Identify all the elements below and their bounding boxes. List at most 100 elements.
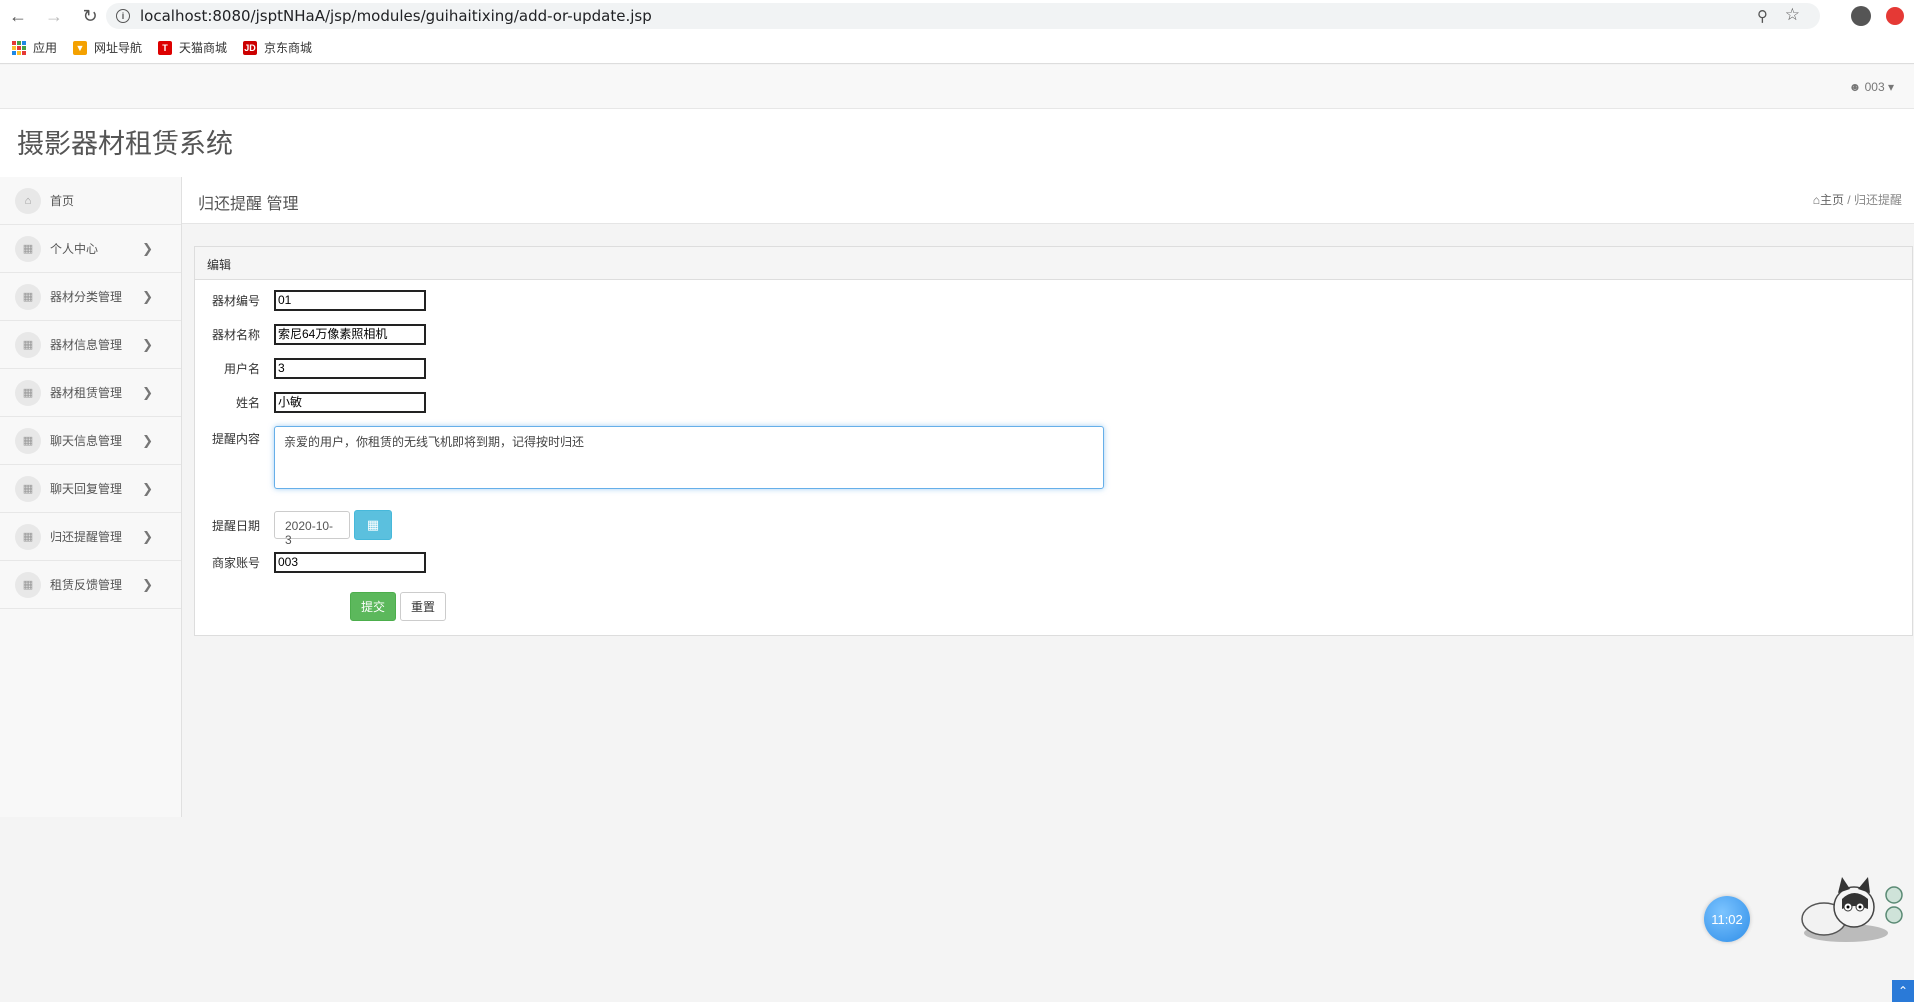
- chevron-right-icon: ❯: [142, 480, 153, 496]
- back-icon[interactable]: ←: [0, 0, 36, 32]
- merchant-label: 商家账号: [211, 556, 260, 570]
- sidebar-item-personal[interactable]: ▦ 个人中心 ❯: [0, 225, 181, 273]
- user-name: 003: [1864, 80, 1885, 94]
- content-label: 提醒内容: [211, 432, 260, 446]
- chevron-right-icon: ❯: [142, 528, 153, 544]
- breadcrumb-home[interactable]: ⌂主页: [1813, 193, 1848, 207]
- bookmark-star-icon[interactable]: ☆: [1785, 5, 1800, 25]
- chevron-right-icon: ❯: [142, 432, 153, 448]
- back-to-top-button[interactable]: ⌃: [1892, 980, 1914, 1002]
- chevron-up-icon: ⌃: [1897, 984, 1909, 998]
- table-icon: ▦: [15, 379, 41, 406]
- sidebar-item-label: 聊天信息管理: [50, 434, 123, 448]
- info-icon[interactable]: i: [116, 9, 130, 23]
- equipment-name-input[interactable]: 索尼64万像素照相机: [274, 324, 426, 345]
- zoom-icon[interactable]: ⚲: [1757, 7, 1768, 25]
- bookmark-label: 网址导航: [94, 41, 143, 55]
- browser-toolbar: ← → ↻ i localhost:8080/jsptNHaA/jsp/modu…: [0, 0, 1914, 32]
- main-content: 归还提醒 管理 ⌂主页 / 归还提醒 编辑 器材编号 01 器材名称 索尼64万…: [182, 177, 1914, 817]
- sidebar-item-category[interactable]: ▦ 器材分类管理 ❯: [0, 273, 181, 321]
- form-row-equipment-name: 器材名称 索尼64万像素照相机: [195, 324, 426, 345]
- content-textarea[interactable]: 亲爱的用户，你租赁的无线飞机即将到期，记得按时归还: [274, 426, 1104, 489]
- name-input[interactable]: 小敏: [274, 392, 426, 413]
- submit-button[interactable]: 提交: [350, 592, 396, 621]
- sidebar-item-return-reminder[interactable]: ▦ 归还提醒管理 ❯: [0, 513, 181, 561]
- sidebar-item-equipment[interactable]: ▦ 器材信息管理 ❯: [0, 321, 181, 369]
- page-title: 归还提醒 管理: [198, 196, 299, 213]
- form-row-username: 用户名 3: [195, 358, 426, 379]
- app-title-bar: 摄影器材租赁系统: [0, 109, 1914, 177]
- sidebar-item-label: 个人中心: [50, 242, 99, 256]
- nav-bookmark-icon: ▼: [73, 40, 88, 55]
- breadcrumb-separator: /: [1847, 193, 1851, 207]
- clock-widget[interactable]: 11:02: [1704, 896, 1750, 942]
- home-icon: ⌂: [1812, 193, 1820, 207]
- user-menu[interactable]: ☻ 003 ▾: [1849, 80, 1894, 94]
- sidebar-item-label: 首页: [50, 194, 75, 208]
- home-icon: ⌂: [15, 187, 41, 214]
- breadcrumb-home-label: 主页: [1819, 193, 1844, 207]
- url-text: localhost:8080/jsptNHaA/jsp/modules/guih…: [140, 7, 652, 25]
- merchant-input[interactable]: 003: [274, 552, 426, 573]
- form-row-date: 提醒日期 2020-10-3 ▦: [195, 510, 392, 547]
- panel-title: 编辑: [195, 247, 1912, 280]
- caret-down-icon: ▾: [1887, 80, 1894, 94]
- table-icon: ▦: [15, 331, 41, 358]
- address-bar[interactable]: i localhost:8080/jsptNHaA/jsp/modules/gu…: [106, 3, 1820, 29]
- table-icon: ▦: [15, 571, 41, 598]
- equipment-no-label: 器材编号: [211, 294, 260, 308]
- sidebar-item-rental[interactable]: ▦ 器材租赁管理 ❯: [0, 369, 181, 417]
- apps-grid-icon: [12, 40, 26, 55]
- user-icon: ☻: [1848, 80, 1862, 94]
- sidebar-item-chat[interactable]: ▦ 聊天信息管理 ❯: [0, 417, 181, 465]
- breadcrumb-current: 归还提醒: [1853, 193, 1902, 207]
- equipment-no-input[interactable]: 01: [274, 290, 426, 311]
- bookmark-apps[interactable]: 应用: [12, 39, 57, 56]
- form-row-name: 姓名 小敏: [195, 392, 426, 413]
- chevron-right-icon: ❯: [142, 288, 153, 304]
- table-icon: ▦: [15, 283, 41, 310]
- app-topbar: ☻ 003 ▾: [0, 65, 1914, 109]
- sidebar-item-chat-reply[interactable]: ▦ 聊天回复管理 ❯: [0, 465, 181, 513]
- extension-icon[interactable]: [1886, 7, 1904, 25]
- bookmark-nav[interactable]: ▼ 网址导航: [73, 39, 142, 56]
- sidebar-item-feedback[interactable]: ▦ 租赁反馈管理 ❯: [0, 561, 181, 609]
- calendar-button[interactable]: ▦: [354, 510, 392, 540]
- reload-icon[interactable]: ↻: [72, 0, 108, 32]
- chevron-right-icon: ❯: [142, 384, 153, 400]
- table-icon: ▦: [15, 523, 41, 550]
- name-label: 姓名: [235, 396, 260, 410]
- forward-icon[interactable]: →: [36, 0, 72, 32]
- jd-icon: JD: [243, 40, 258, 55]
- edit-panel: 编辑 器材编号 01 器材名称 索尼64万像素照相机 用户名 3 姓名 小敏 提…: [194, 246, 1913, 636]
- bookmark-label: 应用: [33, 41, 58, 55]
- sidebar-item-label: 器材分类管理: [50, 290, 123, 304]
- chevron-right-icon: ❯: [142, 336, 153, 352]
- account-icon[interactable]: [1851, 6, 1871, 26]
- app-title: 摄影器材租赁系统: [17, 129, 233, 159]
- date-label: 提醒日期: [211, 518, 260, 533]
- date-input[interactable]: 2020-10-3: [274, 511, 350, 547]
- bookmark-jd[interactable]: JD 京东商城: [243, 39, 312, 56]
- form-row-content: 提醒内容 亲爱的用户，你租赁的无线飞机即将到期，记得按时归还: [195, 426, 1104, 489]
- sidebar-item-label: 聊天回复管理: [50, 482, 123, 496]
- bookmark-tmall[interactable]: T 天猫商城: [158, 39, 227, 56]
- table-icon: ▦: [15, 235, 41, 262]
- bookmark-label: 京东商城: [264, 41, 313, 55]
- bookmark-label: 天猫商城: [179, 41, 228, 55]
- sidebar-item-label: 归还提醒管理: [50, 530, 123, 544]
- chevron-right-icon: ❯: [142, 240, 153, 256]
- tmall-icon: T: [158, 40, 173, 55]
- mascot-cat-icon[interactable]: [1796, 873, 1906, 945]
- table-icon: ▦: [15, 475, 41, 502]
- reset-button[interactable]: 重置: [400, 592, 446, 621]
- bookmarks-bar: 应用 ▼ 网址导航 T 天猫商城 JD 京东商城: [0, 32, 1914, 64]
- chevron-right-icon: ❯: [142, 576, 153, 592]
- equipment-name-label: 器材名称: [211, 328, 260, 342]
- sidebar-item-label: 租赁反馈管理: [50, 578, 123, 592]
- breadcrumb: ⌂主页 / 归还提醒: [1813, 191, 1902, 208]
- table-icon: ▦: [15, 427, 41, 454]
- sidebar-item-home[interactable]: ⌂ 首页: [0, 177, 181, 225]
- username-input[interactable]: 3: [274, 358, 426, 379]
- username-label: 用户名: [223, 362, 260, 376]
